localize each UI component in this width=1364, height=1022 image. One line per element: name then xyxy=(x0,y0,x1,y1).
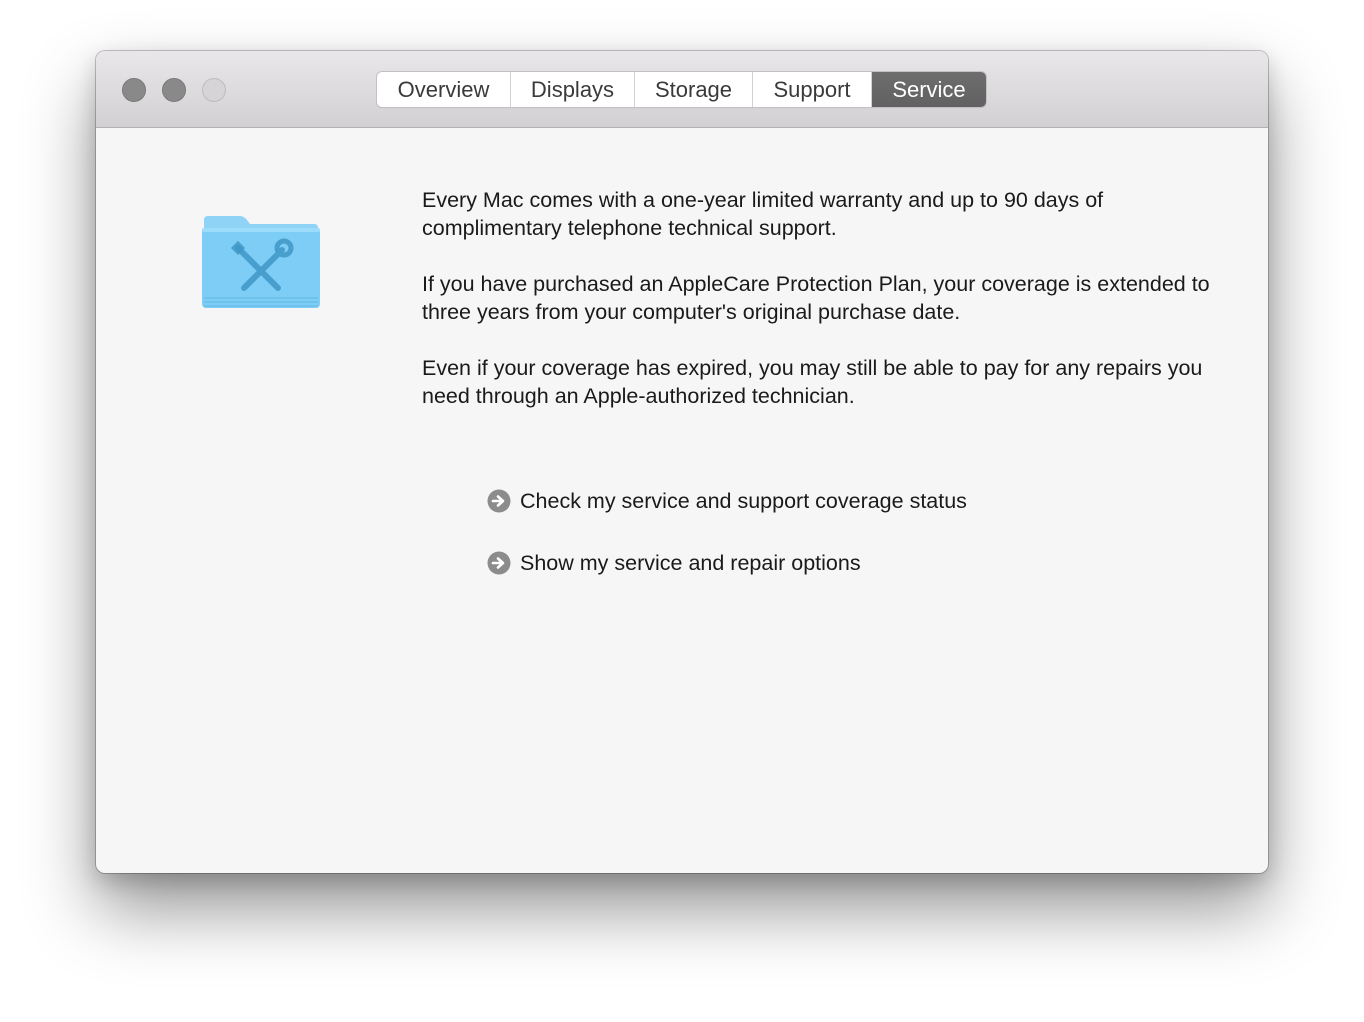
segmented-tab-control: Overview Displays Storage Support Servic… xyxy=(377,72,986,107)
tab-support[interactable]: Support xyxy=(753,72,872,107)
service-pane: Every Mac comes with a one-year limited … xyxy=(96,128,1268,873)
warranty-info: Every Mac comes with a one-year limited … xyxy=(422,186,1222,438)
title-bar: Overview Displays Storage Support Servic… xyxy=(96,51,1268,128)
zoom-button[interactable] xyxy=(202,78,226,102)
expired-coverage-paragraph: Even if your coverage has expired, you m… xyxy=(422,356,1203,408)
check-coverage-label: Check my service and support coverage st… xyxy=(520,488,967,513)
minimize-button[interactable] xyxy=(162,78,186,102)
service-options-label: Show my service and repair options xyxy=(520,550,861,575)
arrow-circle-icon xyxy=(487,489,511,513)
close-button[interactable] xyxy=(122,78,146,102)
tab-displays[interactable]: Displays xyxy=(511,72,635,107)
tab-overview[interactable]: Overview xyxy=(377,72,511,107)
check-coverage-link[interactable]: Check my service and support coverage st… xyxy=(487,487,967,515)
service-options-link[interactable]: Show my service and repair options xyxy=(487,549,861,577)
applecare-paragraph: If you have purchased an AppleCare Prote… xyxy=(422,272,1210,324)
warranty-paragraph: Every Mac comes with a one-year limited … xyxy=(422,188,1104,240)
folder-tools-icon xyxy=(202,216,320,308)
tab-service[interactable]: Service xyxy=(872,72,986,107)
arrow-circle-icon xyxy=(487,551,511,575)
about-this-mac-window: Overview Displays Storage Support Servic… xyxy=(96,51,1268,873)
tab-storage[interactable]: Storage xyxy=(635,72,753,107)
